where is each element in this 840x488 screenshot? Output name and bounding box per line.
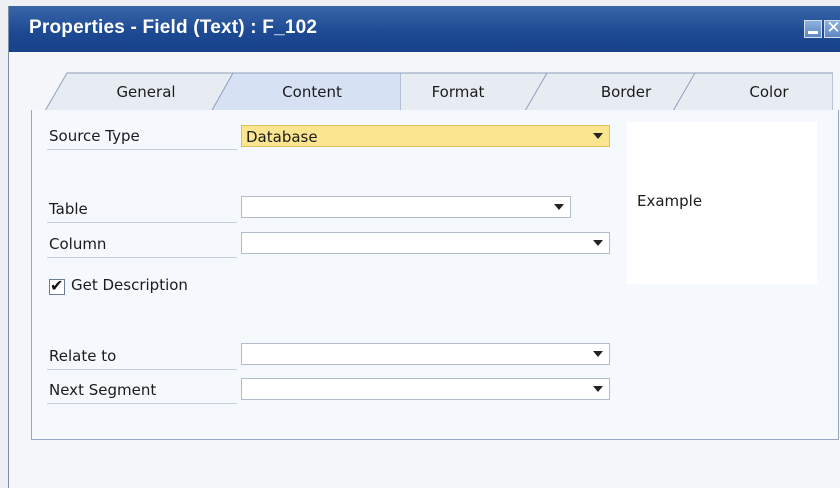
minimize-icon — [808, 31, 818, 34]
close-button[interactable]: ✕ — [824, 18, 840, 38]
checkmark-icon: ✔ — [50, 276, 64, 295]
get-description-checkbox[interactable]: ✔ — [49, 276, 65, 295]
table-label: Table — [49, 200, 88, 218]
relate-to-label: Relate to — [49, 347, 117, 365]
properties-window: Properties - Field (Text) : F_102 ✕ Gene… — [8, 6, 840, 488]
get-description-label: Get Description — [71, 276, 188, 294]
column-select[interactable] — [241, 232, 610, 254]
column-label: Column — [49, 235, 107, 253]
next-segment-label: Next Segment — [49, 381, 157, 399]
source-type-label: Source Type — [49, 127, 140, 145]
example-preview: Example — [627, 122, 817, 284]
divider — [47, 257, 237, 258]
chevron-down-icon — [593, 240, 603, 246]
tab-content-label: Content — [282, 83, 342, 101]
title-bar[interactable]: Properties - Field (Text) : F_102 ✕ — [9, 6, 840, 52]
table-select[interactable] — [241, 196, 571, 218]
example-text: Example — [637, 192, 703, 210]
chevron-down-icon — [593, 386, 603, 392]
tab-color-label: Color — [749, 83, 789, 101]
close-icon: ✕ — [826, 18, 840, 38]
chevron-down-icon — [593, 133, 603, 139]
tab-color[interactable]: Color — [673, 72, 833, 112]
minimize-button[interactable] — [804, 20, 822, 38]
divider — [47, 369, 237, 370]
divider — [47, 403, 237, 404]
divider — [47, 222, 237, 223]
chevron-down-icon — [593, 351, 603, 357]
tab-general[interactable]: General — [45, 72, 235, 112]
chevron-down-icon — [554, 204, 564, 210]
divider — [47, 149, 237, 150]
next-segment-select[interactable] — [241, 378, 610, 400]
source-type-select[interactable]: Database — [241, 125, 610, 147]
window-title: Properties - Field (Text) : F_102 — [29, 17, 318, 38]
relate-to-select[interactable] — [241, 343, 610, 365]
tab-general-label: General — [116, 83, 176, 101]
tab-content[interactable]: Content — [211, 72, 401, 112]
tab-strip: General Format Border Color Content — [45, 72, 835, 112]
source-type-value: Database — [246, 128, 318, 146]
